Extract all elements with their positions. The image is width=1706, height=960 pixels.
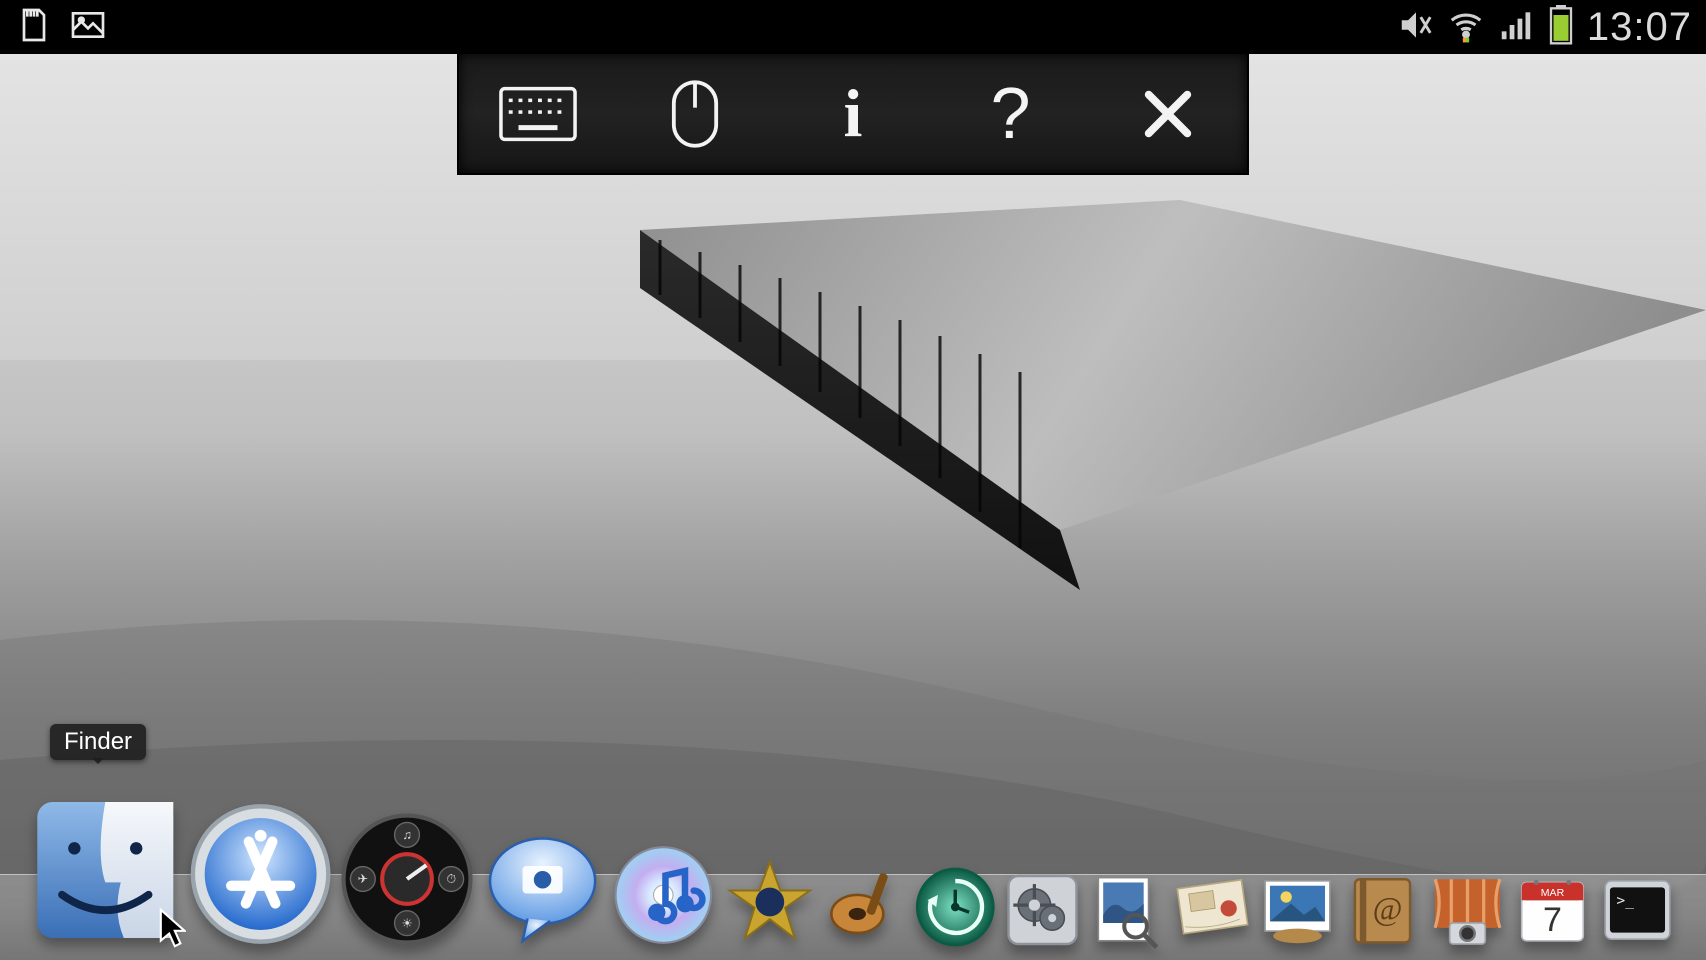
- dock-itunes[interactable]: [609, 836, 718, 954]
- dock-dashboard[interactable]: ♫ ⏱ ☀ ✈: [338, 804, 476, 954]
- close-button[interactable]: [1108, 54, 1228, 173]
- dock-iphoto[interactable]: [1257, 866, 1338, 954]
- dock-time-machine[interactable]: [912, 860, 999, 954]
- keyboard-icon: [499, 85, 577, 143]
- dock-ical[interactable]: MAR 7: [1512, 866, 1593, 954]
- mouse-icon: [668, 78, 722, 150]
- svg-text:✈: ✈: [357, 872, 367, 886]
- dock-tooltip: Finder: [50, 724, 146, 760]
- help-icon: ?: [991, 73, 1031, 155]
- android-status-bar: 13:07: [0, 0, 1706, 54]
- svg-text:MAR: MAR: [1541, 887, 1565, 899]
- remote-control-toolbar: i ?: [458, 54, 1248, 174]
- svg-text:⏱: ⏱: [446, 872, 456, 886]
- picture-icon: [68, 5, 108, 50]
- dock-garageband[interactable]: [821, 860, 908, 954]
- dock-preview[interactable]: [1087, 866, 1168, 954]
- svg-text:@: @: [1373, 892, 1403, 928]
- signal-icon: [1497, 6, 1535, 49]
- dock-mail[interactable]: [1172, 866, 1253, 954]
- status-clock: 13:07: [1587, 5, 1692, 50]
- dock: ♫ ⏱ ☀ ✈: [0, 786, 1706, 960]
- help-button[interactable]: ?: [951, 54, 1071, 173]
- mute-icon: [1397, 6, 1435, 49]
- close-icon: [1139, 85, 1197, 143]
- keyboard-button[interactable]: [478, 54, 598, 173]
- dock-photo-booth[interactable]: [1427, 866, 1508, 954]
- svg-text:>_: >_: [1616, 892, 1634, 909]
- mouse-cursor: [158, 906, 186, 950]
- mouse-button[interactable]: [635, 54, 755, 173]
- battery-icon: [1547, 5, 1575, 50]
- svg-text:♫: ♫: [402, 828, 411, 842]
- svg-text:☀: ☀: [401, 916, 412, 930]
- dock-app-store[interactable]: [187, 794, 334, 954]
- dock-terminal[interactable]: >_: [1597, 866, 1678, 954]
- dock-imovie[interactable]: [722, 850, 818, 954]
- sdcard-icon: [14, 5, 54, 50]
- svg-text:7: 7: [1543, 901, 1562, 939]
- info-button[interactable]: i: [793, 54, 913, 173]
- info-icon: i: [844, 74, 863, 153]
- dock-tooltip-label: Finder: [64, 728, 132, 755]
- dock-system-preferences[interactable]: [1002, 866, 1083, 954]
- wifi-icon: [1447, 6, 1485, 49]
- dock-ichat[interactable]: [480, 818, 605, 954]
- dock-address-book[interactable]: @: [1342, 866, 1423, 954]
